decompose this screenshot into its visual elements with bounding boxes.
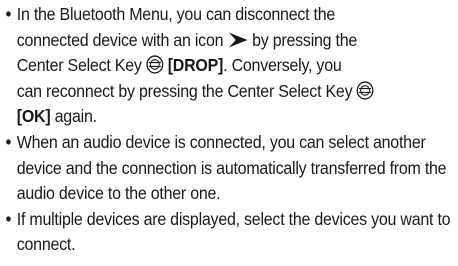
bullet-dot: • <box>5 4 12 24</box>
ok-key-label: [OK] <box>16 106 51 127</box>
bullet-text: If multiple devices are displayed, selec… <box>16 208 451 255</box>
bullet-item-multiple-devices: • If multiple devices are displayed, sele… <box>6 207 456 258</box>
bullet-dot: • <box>5 208 12 229</box>
bullet-text: In the Bluetooth Menu, you can disconnec… <box>16 4 336 24</box>
bullet-item-audio-transfer: • When an audio device is connected, you … <box>6 130 456 207</box>
center-select-key-icon <box>146 55 164 74</box>
bullet-item-disconnect: • In the Bluetooth Menu, you can disconne… <box>6 2 456 130</box>
bullet-text: Center Select Key <box>16 55 142 76</box>
bullet-text: When an audio device is connected, you c… <box>16 131 447 204</box>
bullet-text: connected device with an icon <box>16 29 224 50</box>
manual-text: • In the Bluetooth Menu, you can disconne… <box>0 0 451 266</box>
bullet-list: • In the Bluetooth Menu, you can disconne… <box>6 2 456 258</box>
bullet-dot: • <box>5 131 12 152</box>
connected-arrow-icon <box>227 31 248 49</box>
bullet-text: can reconnect by pressing the Center Sel… <box>16 80 353 101</box>
bullet-text: by pressing the <box>252 29 358 50</box>
bullet-text: again. <box>54 106 97 127</box>
bullet-text: . Conversely, you <box>223 55 342 76</box>
drop-key-label: [DROP] <box>167 55 224 76</box>
center-select-key-icon <box>356 81 375 100</box>
